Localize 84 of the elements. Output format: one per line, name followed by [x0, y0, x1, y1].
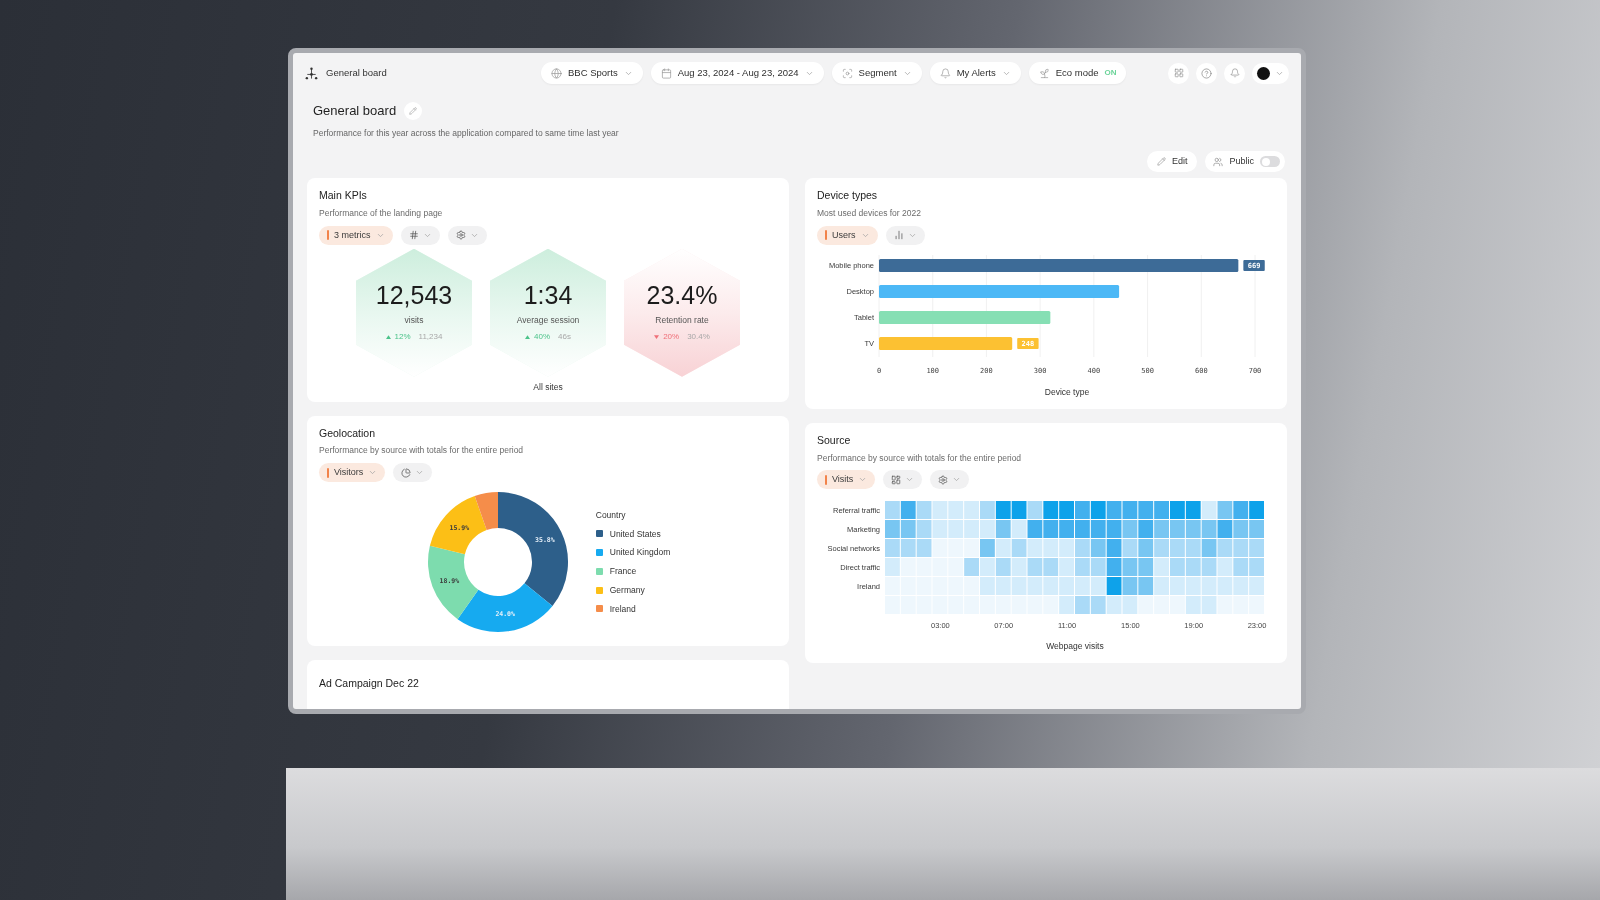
trend-up-icon: [385, 334, 391, 339]
apps-button[interactable]: [1168, 62, 1189, 84]
logo-icon: [305, 66, 318, 80]
settings-icon: [938, 474, 949, 485]
public-toggle[interactable]: [1260, 156, 1280, 168]
bar-chart-icon: [893, 230, 904, 241]
filter-dropdown[interactable]: Eco mode ON: [1028, 62, 1127, 84]
kpi-previous: 46s: [558, 330, 571, 343]
hash-icon: [408, 230, 419, 241]
trend-up-icon: [525, 334, 531, 339]
metric-dropdown[interactable]: Visits: [817, 470, 876, 490]
kpi-label: Average session: [516, 313, 580, 327]
card-title: Device types: [817, 188, 879, 204]
card-title: Main KPIs: [319, 188, 368, 204]
legend-label: France: [609, 565, 637, 578]
pencil-icon: [409, 106, 418, 115]
legend-label: Ireland: [609, 602, 636, 616]
kpi-change: 20%: [663, 330, 680, 343]
kpi-previous: 11,234: [418, 330, 443, 343]
edit-button[interactable]: Edit: [1146, 151, 1198, 173]
bell-icon: [939, 67, 951, 79]
avatar-icon: [1257, 66, 1270, 80]
card-title: Ad Campaign Dec 22: [319, 677, 419, 689]
settings-icon: [455, 230, 466, 241]
filter-dropdown[interactable]: BBC Sports: [541, 62, 643, 84]
kpi-footer: All sites: [533, 380, 563, 394]
marker-icon: [825, 474, 827, 485]
caret-icon: [368, 468, 378, 477]
format-dropdown[interactable]: [400, 225, 440, 245]
bell-icon: [1229, 68, 1240, 78]
card-title: Source: [817, 432, 852, 448]
page-subtitle: Performance for this year across the application compared to same time last year: [313, 126, 620, 140]
notifications-button[interactable]: [1224, 62, 1245, 84]
axis-title: Device type: [1044, 386, 1090, 397]
card-subtitle: Most used devices for 2022: [817, 207, 922, 220]
caret-icon: [415, 468, 425, 477]
legend-label: United States: [609, 527, 661, 541]
calendar-icon: [660, 67, 672, 79]
marker-icon: [825, 230, 827, 241]
edit-title-button[interactable]: [404, 101, 423, 120]
settings-dropdown[interactable]: [930, 470, 970, 490]
legend-title: Country: [595, 508, 627, 522]
layout-icon: [891, 474, 902, 485]
layout-dropdown[interactable]: [883, 470, 923, 490]
chart-type-dropdown[interactable]: [393, 463, 433, 482]
help-icon: [1201, 67, 1212, 79]
pie-chart-icon: [401, 467, 412, 478]
card-subtitle: Performance of the landing page: [319, 207, 444, 220]
card-subtitle: Performance by source with totals for the entire period: [817, 451, 1023, 465]
help-button[interactable]: [1196, 62, 1217, 84]
chart-type-dropdown[interactable]: [885, 225, 925, 245]
marker-icon: [327, 230, 329, 241]
page-title: General board: [313, 102, 397, 120]
legend-label: United Kingdom: [609, 546, 671, 559]
filter-dropdown[interactable]: Segment: [831, 62, 922, 84]
globe-icon: [551, 67, 562, 79]
kpi-value: 23.4%: [646, 282, 718, 308]
kpi-change: 12%: [394, 330, 411, 343]
grid-icon: [1173, 68, 1184, 78]
kpi-value: 12,543: [375, 282, 453, 308]
public-label: Public: [1229, 155, 1254, 168]
metric-dropdown[interactable]: Visitors: [319, 463, 386, 482]
users-icon: [1213, 156, 1224, 167]
card-title: Geolocation: [319, 425, 377, 441]
trend-down-icon: [654, 334, 660, 339]
kpi-label: Retention rate: [655, 313, 709, 327]
legend-label: Germany: [609, 583, 645, 597]
axis-title: Webpage visits: [1046, 641, 1104, 652]
pencil-icon: [1156, 157, 1166, 167]
kpi-previous: 30.4%: [687, 330, 710, 343]
card-subtitle: Performance by source with totals for the entire period: [319, 444, 525, 457]
kpi-change: 40%: [534, 330, 551, 343]
filter-dropdown[interactable]: My Alerts: [929, 62, 1021, 84]
sprout-icon: [1038, 67, 1050, 79]
marker-icon: [327, 467, 329, 478]
settings-dropdown[interactable]: [447, 225, 487, 245]
kpi-label: visits: [404, 313, 424, 327]
app-title: General board: [326, 65, 387, 80]
metric-dropdown[interactable]: 3 metrics: [319, 225, 393, 245]
account-menu-button[interactable]: [1252, 62, 1289, 84]
kpi-value: 1:34: [523, 282, 573, 308]
filter-dropdown[interactable]: Aug 23, 2024 - Aug 23, 2024: [650, 62, 824, 84]
focus-icon: [841, 67, 853, 79]
metric-dropdown[interactable]: Users: [817, 225, 878, 245]
